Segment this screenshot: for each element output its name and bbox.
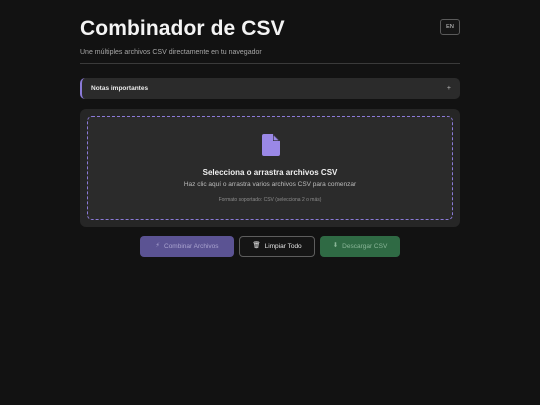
clear-all-label: Limpiar Todo: [264, 243, 302, 250]
csv-combiner-page: Combinador de CSV Une múltiples archivos…: [0, 0, 540, 405]
combine-files-button[interactable]: ⚡ Combinar Archivos: [140, 236, 234, 257]
file-icon: [262, 134, 280, 156]
download-icon: ⬇: [332, 242, 339, 250]
trash-icon: 🗑: [252, 242, 261, 250]
page-subtitle: Une múltiples archivos CSV directamente …: [80, 49, 262, 56]
page-header: Combinador de CSV Une múltiples archivos…: [80, 14, 460, 57]
clear-all-button[interactable]: 🗑 Limpiar Todo: [239, 236, 315, 257]
dropzone-format-note: Formato soportado: CSV (selecciona 2 o m…: [218, 197, 322, 203]
dropzone-title: Selecciona o arrastra archivos CSV: [202, 168, 338, 177]
file-dropzone[interactable]: Selecciona o arrastra archivos CSV Haz c…: [87, 116, 453, 220]
expand-icon[interactable]: +: [447, 85, 451, 92]
header-divider: [80, 63, 460, 64]
notes-label: Notas importantes: [91, 85, 149, 92]
combine-files-label: Combinar Archivos: [164, 243, 219, 250]
download-csv-button[interactable]: ⬇ Descargar CSV: [320, 236, 400, 257]
dropzone-subtitle: Haz clic aquí o arrastra varios archivos…: [183, 181, 357, 188]
important-notes-panel[interactable]: Notas importantes +: [80, 78, 460, 99]
upload-panel: Selecciona o arrastra archivos CSV Haz c…: [80, 109, 460, 227]
lightning-icon: ⚡: [155, 242, 160, 250]
download-csv-label: Descargar CSV: [342, 243, 388, 250]
language-toggle-button[interactable]: EN: [440, 19, 460, 35]
page-title: Combinador de CSV: [80, 17, 285, 40]
